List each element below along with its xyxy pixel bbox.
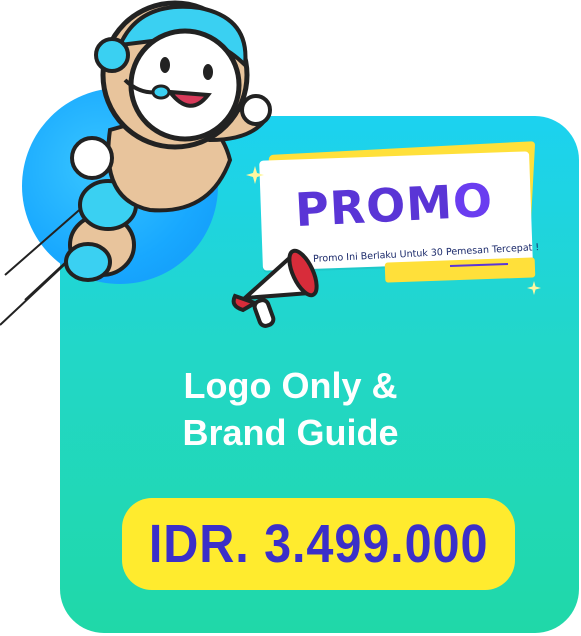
price-pill[interactable]: IDR. 3.499.000 [122, 498, 515, 590]
headline-line2: Brand Guide [182, 412, 399, 453]
megaphone-icon [231, 245, 319, 328]
headline: Logo Only & Brand Guide [0, 362, 581, 456]
sparkle-icon [246, 166, 264, 184]
banner-bottom-strip [384, 257, 536, 283]
headline-line1: Logo Only & [183, 365, 398, 406]
price-label: IDR. 3.499.000 [148, 514, 489, 574]
sparkle-icon [527, 281, 541, 295]
